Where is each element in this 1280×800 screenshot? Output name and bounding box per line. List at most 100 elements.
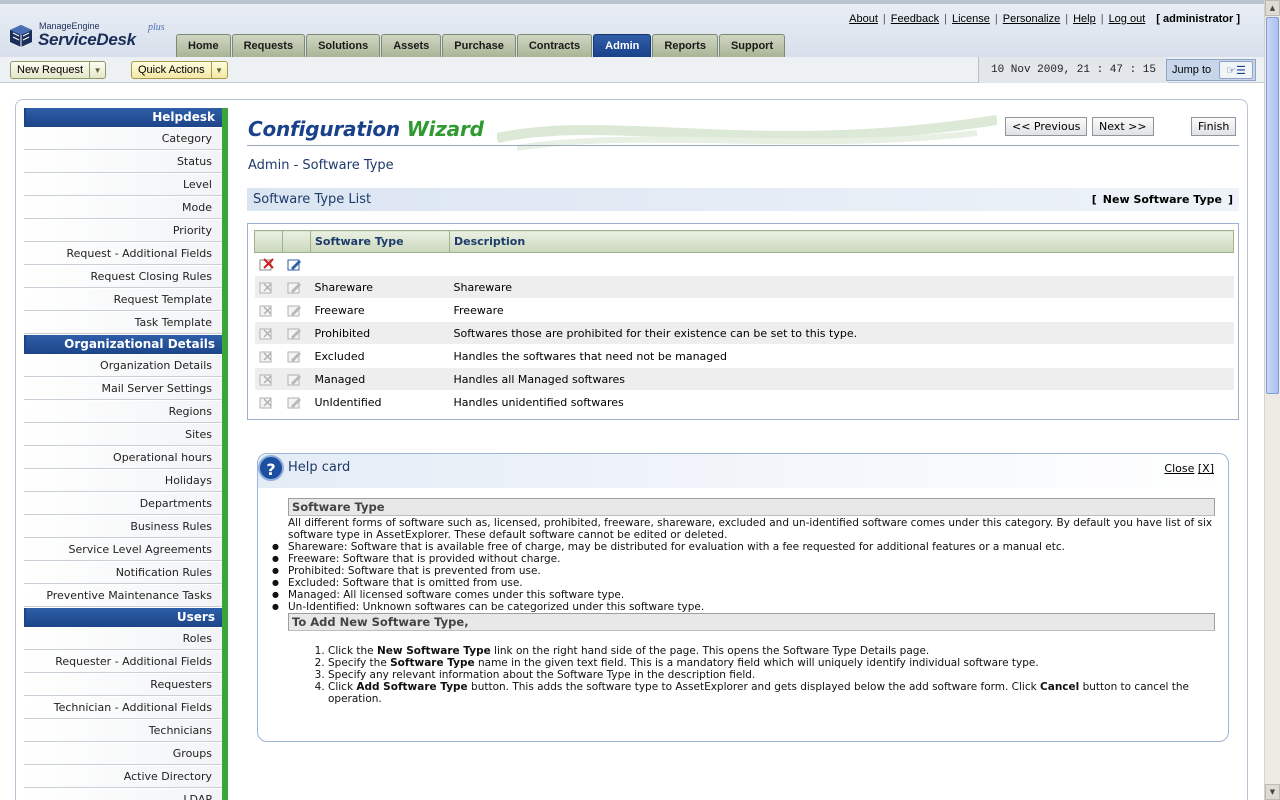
tab-home[interactable]: Home	[176, 34, 231, 57]
table-toolbar-row	[254, 252, 1234, 276]
tab-admin[interactable]: Admin	[593, 34, 652, 57]
table-header-blank	[254, 230, 283, 253]
sidebar-item-active-directory[interactable]: Active Directory	[24, 766, 222, 788]
sidebar-item-holidays[interactable]: Holidays	[24, 470, 222, 492]
tab-requests[interactable]: Requests	[231, 34, 306, 57]
column-header-description[interactable]: Description	[449, 230, 1234, 253]
step-text: name in the given text field. This is a …	[474, 657, 1039, 669]
scroll-down-icon[interactable]: ▼	[1265, 784, 1280, 800]
next-button[interactable]: Next >>	[1092, 117, 1154, 136]
help-intro-text: All different forms of software such as,…	[288, 517, 1213, 541]
table-header-blank	[282, 230, 311, 253]
top-links: About | Feedback | License | Personalize | H…	[844, 13, 1240, 25]
help-close-button[interactable]: Close [X]	[1164, 462, 1214, 475]
sidebar-item-notification-rules[interactable]: Notification Rules	[24, 562, 222, 584]
sidebar-item-operational-hours[interactable]: Operational hours	[24, 447, 222, 469]
help-link[interactable]: Help	[1068, 13, 1101, 25]
sidebar-item-requester-additional-fields[interactable]: Requester - Additional Fields	[24, 651, 222, 673]
quick-actions-label: Quick Actions	[138, 64, 205, 76]
software-type-name: Excluded	[310, 344, 450, 368]
main-tabs: Home Requests Solutions Assets Purchase …	[176, 34, 786, 57]
sidebar-item-departments[interactable]: Departments	[24, 493, 222, 515]
about-link[interactable]: About	[844, 13, 883, 25]
sidebar-item-technicians[interactable]: Technicians	[24, 720, 222, 742]
sidebar-item-preventive-maintenance-tasks[interactable]: Preventive Maintenance Tasks	[24, 585, 222, 607]
tab-purchase[interactable]: Purchase	[442, 34, 516, 57]
new-software-type-link-wrapper: [New Software Type]	[1091, 193, 1233, 206]
sidebar-item-request-closing-rules[interactable]: Request Closing Rules	[24, 266, 222, 288]
sidebar-item-sites[interactable]: Sites	[24, 424, 222, 446]
delete-icon[interactable]	[259, 258, 274, 271]
table-row[interactable]: Excluded Handles the softwares that need…	[254, 344, 1234, 368]
sidebar-item-mail-server-settings[interactable]: Mail Server Settings	[24, 378, 222, 400]
sidebar-item-business-rules[interactable]: Business Rules	[24, 516, 222, 538]
help-section-add-new: To Add New Software Type,	[288, 613, 1215, 631]
delete-disabled-icon	[259, 374, 272, 386]
table-row[interactable]: Managed Handles all Managed softwares	[254, 367, 1234, 391]
software-type-description: Handles the softwares that need not be m…	[449, 344, 1234, 368]
servicedesk-logo[interactable]: ManageEngine ServiceDesk plus	[9, 20, 169, 54]
personalize-link[interactable]: Personalize	[998, 13, 1065, 25]
step-text: link on the right hand side of the page.…	[490, 645, 930, 657]
sidebar-item-mode[interactable]: Mode	[24, 197, 222, 219]
delete-disabled-icon	[259, 397, 272, 409]
previous-button[interactable]: << Previous	[1005, 117, 1088, 136]
sidebar-item-roles[interactable]: Roles	[24, 628, 222, 650]
software-type-description: Handles unidentified softwares	[449, 390, 1234, 414]
column-header-software-type[interactable]: Software Type	[310, 230, 450, 253]
help-question-icon: ?	[258, 455, 284, 481]
chevron-down-icon[interactable]: ▼	[210, 62, 227, 78]
sidebar-item-regions[interactable]: Regions	[24, 401, 222, 423]
sidebar-item-status[interactable]: Status	[24, 151, 222, 173]
sidebar-item-requesters[interactable]: Requesters	[24, 674, 222, 696]
logo-cube-icon	[10, 25, 32, 47]
sidebar-item-level[interactable]: Level	[24, 174, 222, 196]
quick-actions-button[interactable]: Quick Actions ▼	[131, 61, 228, 79]
help-close-x: [X]	[1197, 462, 1214, 475]
feedback-link[interactable]: Feedback	[886, 13, 944, 25]
step-text: Click the	[328, 645, 377, 657]
tab-assets[interactable]: Assets	[381, 34, 442, 57]
tab-support[interactable]: Support	[718, 34, 786, 57]
license-link[interactable]: License	[947, 13, 995, 25]
new-software-type-link[interactable]: New Software Type	[1097, 193, 1228, 206]
sidebar-item-technician-additional-fields[interactable]: Technician - Additional Fields	[24, 697, 222, 719]
sidebar-item-groups[interactable]: Groups	[24, 743, 222, 765]
sidebar-item-ldap[interactable]: LDAP	[24, 789, 222, 800]
help-steps-list: Click the New Software Type link on the …	[288, 645, 1215, 705]
sidebar-item-priority[interactable]: Priority	[24, 220, 222, 242]
tab-contracts[interactable]: Contracts	[516, 34, 593, 57]
page-title: Admin - Software Type	[248, 158, 394, 173]
step-text: button. This adds the software type to A…	[467, 681, 1041, 693]
scroll-up-icon[interactable]: ▲	[1265, 0, 1280, 16]
table-row[interactable]: Freeware Freeware	[254, 298, 1234, 322]
tab-reports[interactable]: Reports	[652, 34, 718, 57]
vertical-scrollbar[interactable]: ▲ ▼	[1264, 0, 1280, 800]
new-request-label: New Request	[17, 64, 84, 76]
toolbar: New Request ▼ Quick Actions ▼ 10 Nov 200…	[0, 57, 1264, 83]
tab-solutions[interactable]: Solutions	[306, 34, 381, 57]
sidebar-item-category[interactable]: Category	[24, 128, 222, 150]
help-bullet-item: Prohibited: Software that is prevented f…	[272, 565, 1215, 577]
table-row[interactable]: Shareware Shareware	[254, 275, 1234, 299]
edit-disabled-icon	[287, 351, 301, 363]
sidebar-item-request-additional-fields[interactable]: Request - Additional Fields	[24, 243, 222, 265]
table-row[interactable]: UnIdentified Handles unidentified softwa…	[254, 390, 1234, 414]
sidebar-item-service-level-agreements[interactable]: Service Level Agreements	[24, 539, 222, 561]
current-datetime: 10 Nov 2009, 21 : 47 : 15	[977, 57, 1168, 83]
finish-button[interactable]: Finish	[1191, 117, 1237, 136]
edit-icon[interactable]	[287, 258, 302, 271]
table-row[interactable]: Prohibited Softwares those are prohibite…	[254, 321, 1234, 345]
sidebar-item-organization-details[interactable]: Organization Details	[24, 355, 222, 377]
software-type-name: Freeware	[310, 298, 450, 322]
jump-to-button[interactable]: Jump to ☞☰	[1166, 59, 1256, 81]
edit-disabled-icon	[287, 374, 301, 386]
sidebar-item-task-template[interactable]: Task Template	[24, 312, 222, 334]
chevron-down-icon[interactable]: ▼	[89, 62, 105, 78]
new-request-button[interactable]: New Request ▼	[10, 61, 107, 79]
help-bullet-item: Shareware: Software that is available fr…	[272, 541, 1215, 553]
scroll-thumb[interactable]	[1266, 17, 1279, 394]
logout-link[interactable]: Log out	[1104, 13, 1151, 25]
sidebar-item-request-template[interactable]: Request Template	[24, 289, 222, 311]
jump-to-icon[interactable]: ☞☰	[1219, 61, 1253, 79]
